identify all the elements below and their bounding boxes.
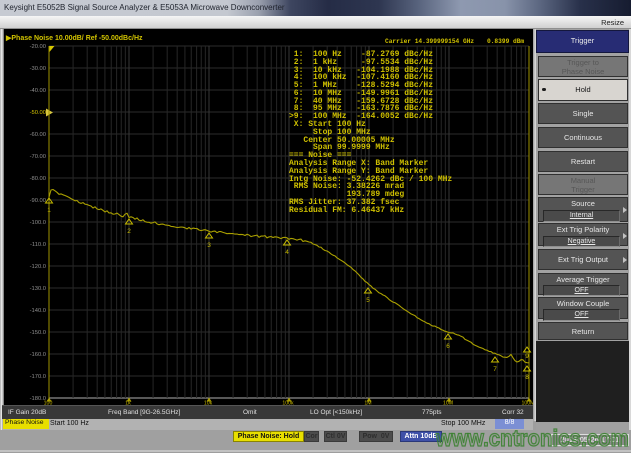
svg-text:-130.0: -130.0 bbox=[30, 286, 46, 292]
svg-text:-20.00: -20.00 bbox=[30, 44, 46, 50]
svg-text:5: 5 bbox=[366, 297, 370, 304]
svg-text:3: 3 bbox=[207, 242, 211, 249]
svg-text:-170.0: -170.0 bbox=[30, 374, 46, 380]
svg-text:9: 9 bbox=[525, 353, 529, 360]
svg-text:8: 8 bbox=[525, 374, 529, 381]
svg-text:-70.00: -70.00 bbox=[30, 154, 46, 160]
svg-text:4: 4 bbox=[285, 249, 289, 256]
svg-text:-40.00: -40.00 bbox=[30, 88, 46, 94]
svg-text:-50.00: -50.00 bbox=[30, 110, 46, 116]
svg-text:-140.0: -140.0 bbox=[30, 308, 46, 314]
svg-text:-80.00: -80.00 bbox=[30, 176, 46, 182]
svg-text:1: 1 bbox=[47, 207, 51, 214]
svg-text:-100.0: -100.0 bbox=[30, 220, 46, 226]
svg-text:-120.0: -120.0 bbox=[30, 264, 46, 270]
svg-text:-150.0: -150.0 bbox=[30, 330, 46, 336]
svg-text:-60.00: -60.00 bbox=[30, 132, 46, 138]
svg-text:-30.00: -30.00 bbox=[30, 66, 46, 72]
svg-text:2: 2 bbox=[127, 228, 131, 235]
svg-text:-110.0: -110.0 bbox=[30, 242, 46, 248]
svg-text:-160.0: -160.0 bbox=[30, 352, 46, 358]
svg-text:6: 6 bbox=[446, 343, 450, 350]
svg-text:-90.00: -90.00 bbox=[30, 198, 46, 204]
svg-text:7: 7 bbox=[493, 366, 497, 373]
